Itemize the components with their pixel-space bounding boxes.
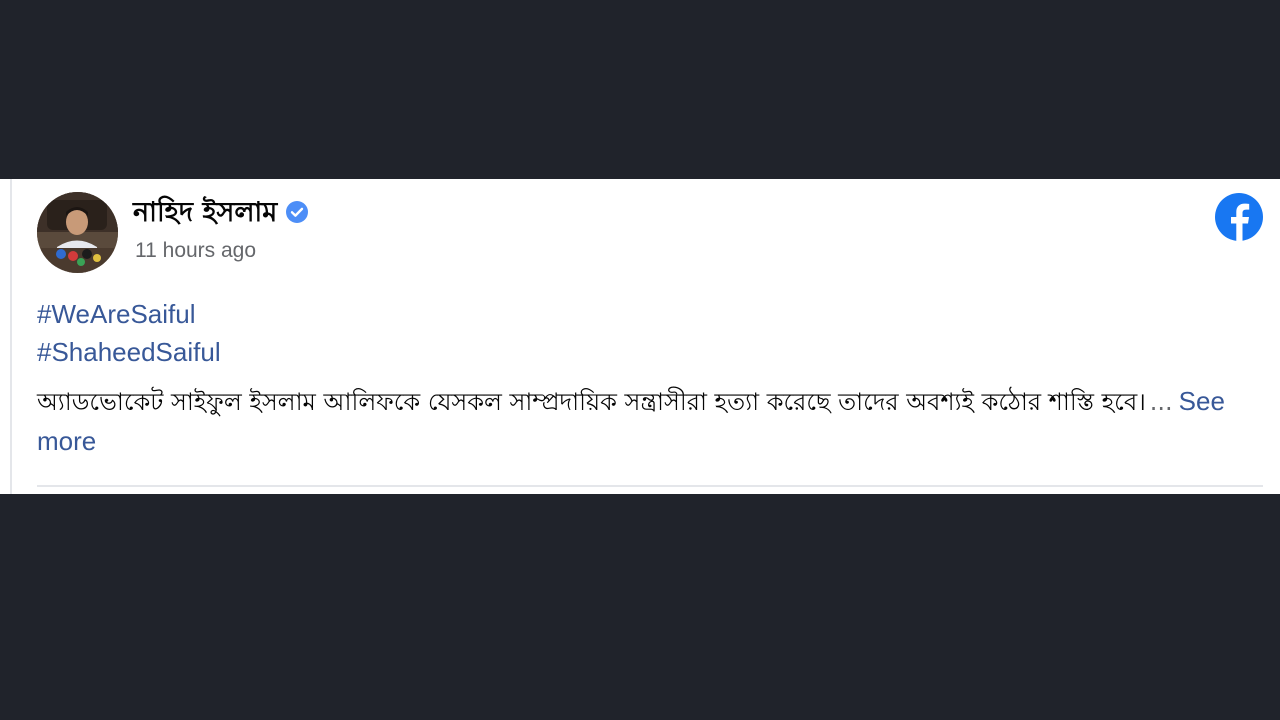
author-name-text[interactable]: নাহিদ ইসলাম — [133, 197, 277, 228]
card-left-border — [10, 179, 12, 494]
post-body-text: অ্যাডভোকেট সাইফুল ইসলাম আলিফকে যেসকল সাম… — [37, 388, 1146, 416]
verified-badge-icon — [286, 200, 309, 223]
avatar-image — [37, 192, 118, 273]
screenshot-stage: নাহিদ ইসলাম 11 hours ago #WeAreSaiful #S… — [0, 0, 1280, 720]
facebook-post-card: নাহিদ ইসলাম 11 hours ago #WeAreSaiful #S… — [0, 179, 1280, 494]
facebook-logo-icon[interactable] — [1214, 192, 1264, 242]
post-divider — [37, 485, 1263, 487]
post-timestamp[interactable]: 11 hours ago — [135, 237, 256, 265]
post-body: অ্যাডভোকেট সাইফুল ইসলাম আলিফকে যেসকল সাম… — [37, 382, 1262, 462]
author-name[interactable]: নাহিদ ইসলাম — [133, 195, 309, 231]
hashtag-link[interactable]: #WeAreSaiful — [37, 295, 221, 333]
truncation-ellipsis: ... — [1149, 388, 1173, 416]
author-avatar[interactable] — [37, 192, 118, 273]
hashtag-link[interactable]: #ShaheedSaiful — [37, 333, 221, 371]
hashtag-list: #WeAreSaiful #ShaheedSaiful — [37, 295, 221, 371]
